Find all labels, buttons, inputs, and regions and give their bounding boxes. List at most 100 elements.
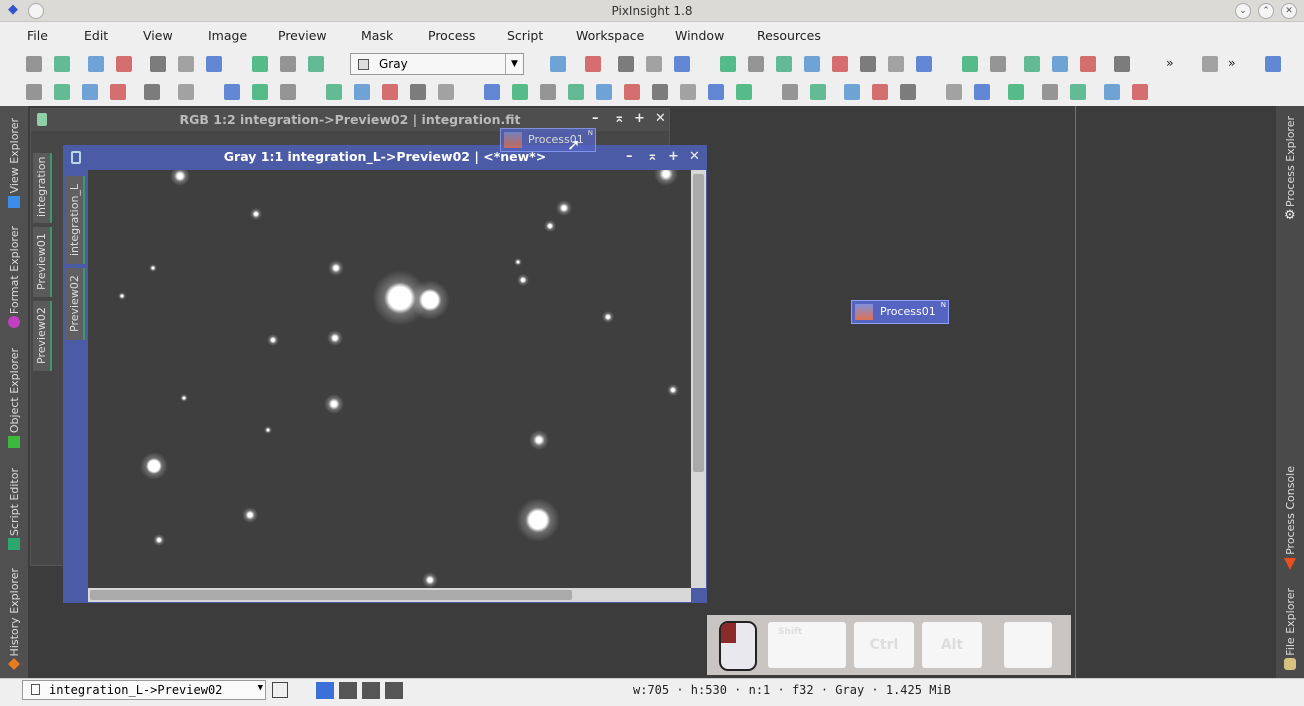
toolbar-tool-icon[interactable] <box>748 56 764 72</box>
toolbar-tool-icon[interactable] <box>550 56 566 72</box>
toolbar-tool-icon[interactable] <box>280 56 296 72</box>
menu-mask[interactable]: Mask <box>361 28 393 43</box>
toolbar-tool-icon[interactable] <box>872 84 888 100</box>
toolbar-tool-icon[interactable] <box>206 56 222 72</box>
toolbar-tool-icon[interactable] <box>26 84 42 100</box>
toolbar-tool-icon[interactable] <box>178 56 194 72</box>
toolbar-tool-icon[interactable] <box>680 84 696 100</box>
toolbar-tool-icon[interactable] <box>88 56 104 72</box>
toolbar-tool-icon[interactable] <box>1070 84 1086 100</box>
view-selector[interactable]: integration_L->Preview02 ▼ <box>22 680 266 700</box>
process-icon-dragging[interactable]: Process01 N <box>500 128 596 152</box>
toolbar-tool-icon[interactable] <box>438 84 454 100</box>
tab-file-explorer[interactable]: File Explorer <box>1284 588 1297 656</box>
toolbar-tool-icon[interactable] <box>150 56 166 72</box>
toolbar-tool-icon[interactable] <box>624 84 640 100</box>
toolbar-tool-icon[interactable] <box>280 84 296 100</box>
toolbar-tool-icon[interactable] <box>116 56 132 72</box>
toolbar-tool-icon[interactable] <box>585 56 601 72</box>
scroll-thumb[interactable] <box>90 590 572 600</box>
channel-r-button[interactable] <box>339 682 357 699</box>
toolbar-tool-icon[interactable] <box>1052 56 1068 72</box>
toolbar-tool-icon[interactable] <box>110 84 126 100</box>
image-viewport[interactable] <box>88 170 691 588</box>
toolbar-tool-icon[interactable] <box>674 56 690 72</box>
toolbar-tool-icon[interactable] <box>484 84 500 100</box>
toolbar-tool-icon[interactable] <box>990 56 1006 72</box>
tab-format-explorer[interactable]: Format Explorer <box>8 226 21 314</box>
toolbar-tool-icon[interactable] <box>382 84 398 100</box>
menu-process[interactable]: Process <box>428 28 475 43</box>
tab-preview02[interactable]: Preview02 <box>33 301 52 371</box>
toolbar-overflow-button[interactable]: » <box>1166 55 1174 70</box>
toolbar-tool-icon[interactable] <box>1132 84 1148 100</box>
menu-view[interactable]: View <box>143 28 173 43</box>
toolbar-tool-icon[interactable] <box>844 84 860 100</box>
process-icon-process01[interactable]: Process01 N <box>851 300 949 324</box>
toolbar-tool-icon[interactable] <box>776 56 792 72</box>
menu-image[interactable]: Image <box>208 28 247 43</box>
toolbar-tool-icon[interactable] <box>224 84 240 100</box>
close-button[interactable]: ✕ <box>1281 3 1297 19</box>
toolbar-overflow-button-2[interactable]: » <box>1228 55 1236 70</box>
toolbar-tool-icon[interactable] <box>1080 56 1096 72</box>
toolbar-tool-icon[interactable] <box>962 56 978 72</box>
maximize-button[interactable]: ⌃ <box>1258 3 1274 19</box>
toolbar-tool-icon[interactable] <box>810 84 826 100</box>
toolbar-tool-icon[interactable] <box>782 84 798 100</box>
toolbar-tool-icon[interactable] <box>618 56 634 72</box>
tab-script-editor[interactable]: Script Editor <box>8 468 21 536</box>
gray-image-window[interactable]: Gray 1:1 integration_L->Preview02 | <*ne… <box>63 145 707 603</box>
toolbar-tool-icon[interactable] <box>652 84 668 100</box>
tab-object-explorer[interactable]: Object Explorer <box>8 348 21 433</box>
tab-integration-l[interactable]: integration_L <box>66 176 85 264</box>
minimize-button[interactable]: ⌄ <box>1235 3 1251 19</box>
shade-icon[interactable]: ⌅ <box>647 149 658 164</box>
close-icon[interactable]: ✕ <box>689 149 700 164</box>
toolbar-tool-icon[interactable] <box>178 84 194 100</box>
maximize-icon[interactable]: + <box>634 111 645 126</box>
toolbar-tool-icon[interactable] <box>1024 56 1040 72</box>
tab-history-explorer[interactable]: History Explorer <box>8 568 21 656</box>
toolbar-tool-icon[interactable] <box>1202 56 1218 72</box>
toolbar-tool-icon[interactable] <box>326 84 342 100</box>
horizontal-scrollbar[interactable] <box>88 588 691 602</box>
minimize-icon[interactable]: – <box>626 149 633 164</box>
minimize-icon[interactable]: – <box>592 111 599 126</box>
toolbar-tool-icon[interactable] <box>252 84 268 100</box>
toolbar-tool-icon[interactable] <box>596 84 612 100</box>
toolbar-tool-icon[interactable] <box>974 84 990 100</box>
vertical-scrollbar[interactable] <box>691 170 706 588</box>
channel-rgb-button[interactable] <box>316 682 334 699</box>
menu-preview[interactable]: Preview <box>278 28 327 43</box>
menu-workspace[interactable]: Workspace <box>576 28 644 43</box>
toolbar-tool-icon[interactable] <box>82 84 98 100</box>
tab-view-explorer[interactable]: View Explorer <box>8 118 21 193</box>
menu-script[interactable]: Script <box>507 28 543 43</box>
toolbar-tool-icon[interactable] <box>832 56 848 72</box>
toolbar-tool-icon[interactable] <box>144 84 160 100</box>
menu-edit[interactable]: Edit <box>84 28 108 43</box>
toolbar-tool-icon[interactable] <box>308 56 324 72</box>
toolbar-tool-icon[interactable] <box>410 84 426 100</box>
toolbar-tool-icon[interactable] <box>946 84 962 100</box>
menu-resources[interactable]: Resources <box>757 28 821 43</box>
toolbar-tool-icon[interactable] <box>1265 56 1281 72</box>
maximize-icon[interactable]: + <box>668 149 679 164</box>
toolbar-tool-icon[interactable] <box>54 56 70 72</box>
toolbar-tool-icon[interactable] <box>888 56 904 72</box>
toolbar-tool-icon[interactable] <box>900 84 916 100</box>
toolbar-tool-icon[interactable] <box>1008 84 1024 100</box>
toolbar-tool-icon[interactable] <box>860 56 876 72</box>
toolbar-tool-icon[interactable] <box>252 56 268 72</box>
toolbar-tool-icon[interactable] <box>540 84 556 100</box>
tab-preview01[interactable]: Preview01 <box>33 227 52 297</box>
tab-process-console[interactable]: Process Console <box>1284 466 1297 555</box>
toolbar-tool-icon[interactable] <box>512 84 528 100</box>
colorspace-select[interactable]: Gray ▼ <box>350 53 524 75</box>
tab-integration[interactable]: integration <box>33 153 52 223</box>
shade-icon[interactable]: ⌅ <box>614 111 625 126</box>
channel-b-button[interactable] <box>385 682 403 699</box>
close-icon[interactable]: ✕ <box>655 111 666 126</box>
menu-window[interactable]: Window <box>675 28 724 43</box>
